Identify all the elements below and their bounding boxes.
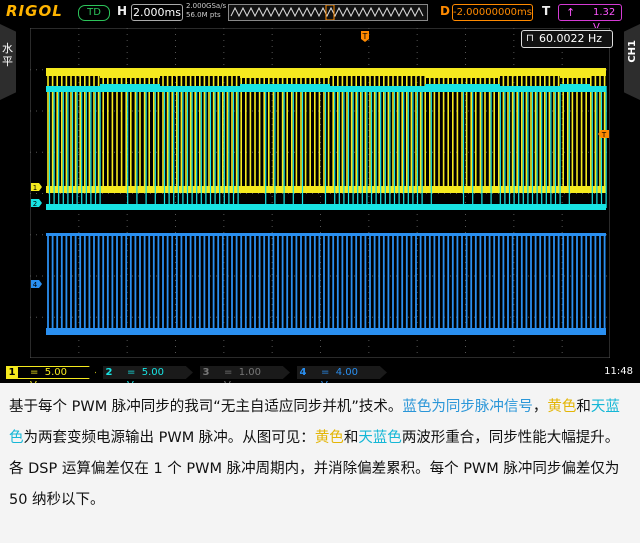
caption-middle: 为两套变频电源输出 PWM 脉冲。从图可见： — [23, 430, 315, 446]
ch2-marker-label: 2 — [33, 200, 37, 208]
trigger-level-label: T — [601, 131, 607, 139]
trigger-level[interactable]: ↑ 1.32 V — [558, 4, 622, 33]
caption-and: 和 — [576, 399, 591, 415]
run-state-badge[interactable]: TD — [78, 5, 110, 21]
horizontal-menu-tab[interactable]: 水平 — [0, 24, 16, 100]
caption-yellow-highlight-2: 黄色 — [314, 430, 344, 446]
ch1-marker-label: 1 — [33, 184, 37, 192]
status-bar: RIGOL TD H 2.000ms 2.000GSa/s 56.0M pts … — [0, 0, 640, 33]
caption-blue-highlight: 蓝色为同步脉冲信号 — [402, 399, 533, 415]
channel-4-scale: = 4.00 V — [321, 367, 359, 383]
sample-rate: 2.000GSa/s — [186, 2, 227, 10]
delay-label: D — [440, 4, 450, 18]
memory-overview-waveform — [230, 4, 424, 21]
channel-3-scale: = 1.00 V — [224, 367, 262, 383]
frequency-icon: ⊓ — [526, 33, 534, 44]
ch4-marker-label: 4 — [33, 281, 38, 289]
timebase-value[interactable]: 2.000ms — [131, 4, 183, 21]
waveform-grid[interactable]: T T 1 2 4 — [30, 28, 610, 358]
caption-and-2: 和 — [343, 430, 359, 446]
channel-3-number: 3 — [202, 367, 210, 378]
horizontal-menu-label: 水平 — [2, 42, 13, 68]
channel-1-scale: = 5.00 V — [30, 367, 68, 383]
caption-text: 基于每个 PWM 脉冲同步的我司“无主自适应同步并机”技术。蓝色为同步脉冲信号，… — [9, 392, 633, 516]
system-clock: 11:48 — [604, 366, 633, 377]
channel-1-number: 1 — [6, 366, 18, 379]
channel-bar: 1 = 5.00 V 2 = 5.00 V 3 = 1.00 V 4 = 4.0… — [0, 360, 640, 383]
horizontal-label: H — [117, 4, 128, 18]
channel-2-scale: = 5.00 V — [127, 367, 165, 383]
frequency-value: 60.0022 Hz — [539, 32, 603, 45]
brand-logo: RIGOL — [6, 2, 63, 20]
trigger-label: T — [542, 4, 551, 18]
caption-yellow-highlight: 黄色 — [547, 399, 577, 415]
channel-menu-label: CH1 — [627, 40, 638, 63]
oscilloscope-screen: RIGOL TD H 2.000ms 2.000GSa/s 56.0M pts … — [0, 0, 640, 383]
channel-menu-tab[interactable]: CH1 — [624, 24, 640, 100]
caption-comma: ， — [532, 399, 548, 415]
frequency-measurement[interactable]: ⊓ 60.0022 Hz — [521, 30, 613, 48]
memory-overview[interactable] — [228, 4, 428, 21]
caption-intro: 基于每个 PWM 脉冲同步的我司“无主自适应同步并机”技术。 — [9, 399, 403, 415]
trigger-position-label: T — [362, 32, 368, 41]
channel-2-number: 2 — [105, 367, 113, 378]
delay-value[interactable]: -2.00000000ms — [452, 4, 533, 21]
channel-4-number: 4 — [299, 367, 307, 378]
memory-depth: 56.0M pts — [186, 11, 221, 19]
rising-edge-icon: ↑ — [566, 6, 576, 19]
acquisition-info: 2.000GSa/s 56.0M pts — [186, 2, 226, 20]
caption-cyan-highlight-2: 天蓝色 — [358, 430, 402, 446]
